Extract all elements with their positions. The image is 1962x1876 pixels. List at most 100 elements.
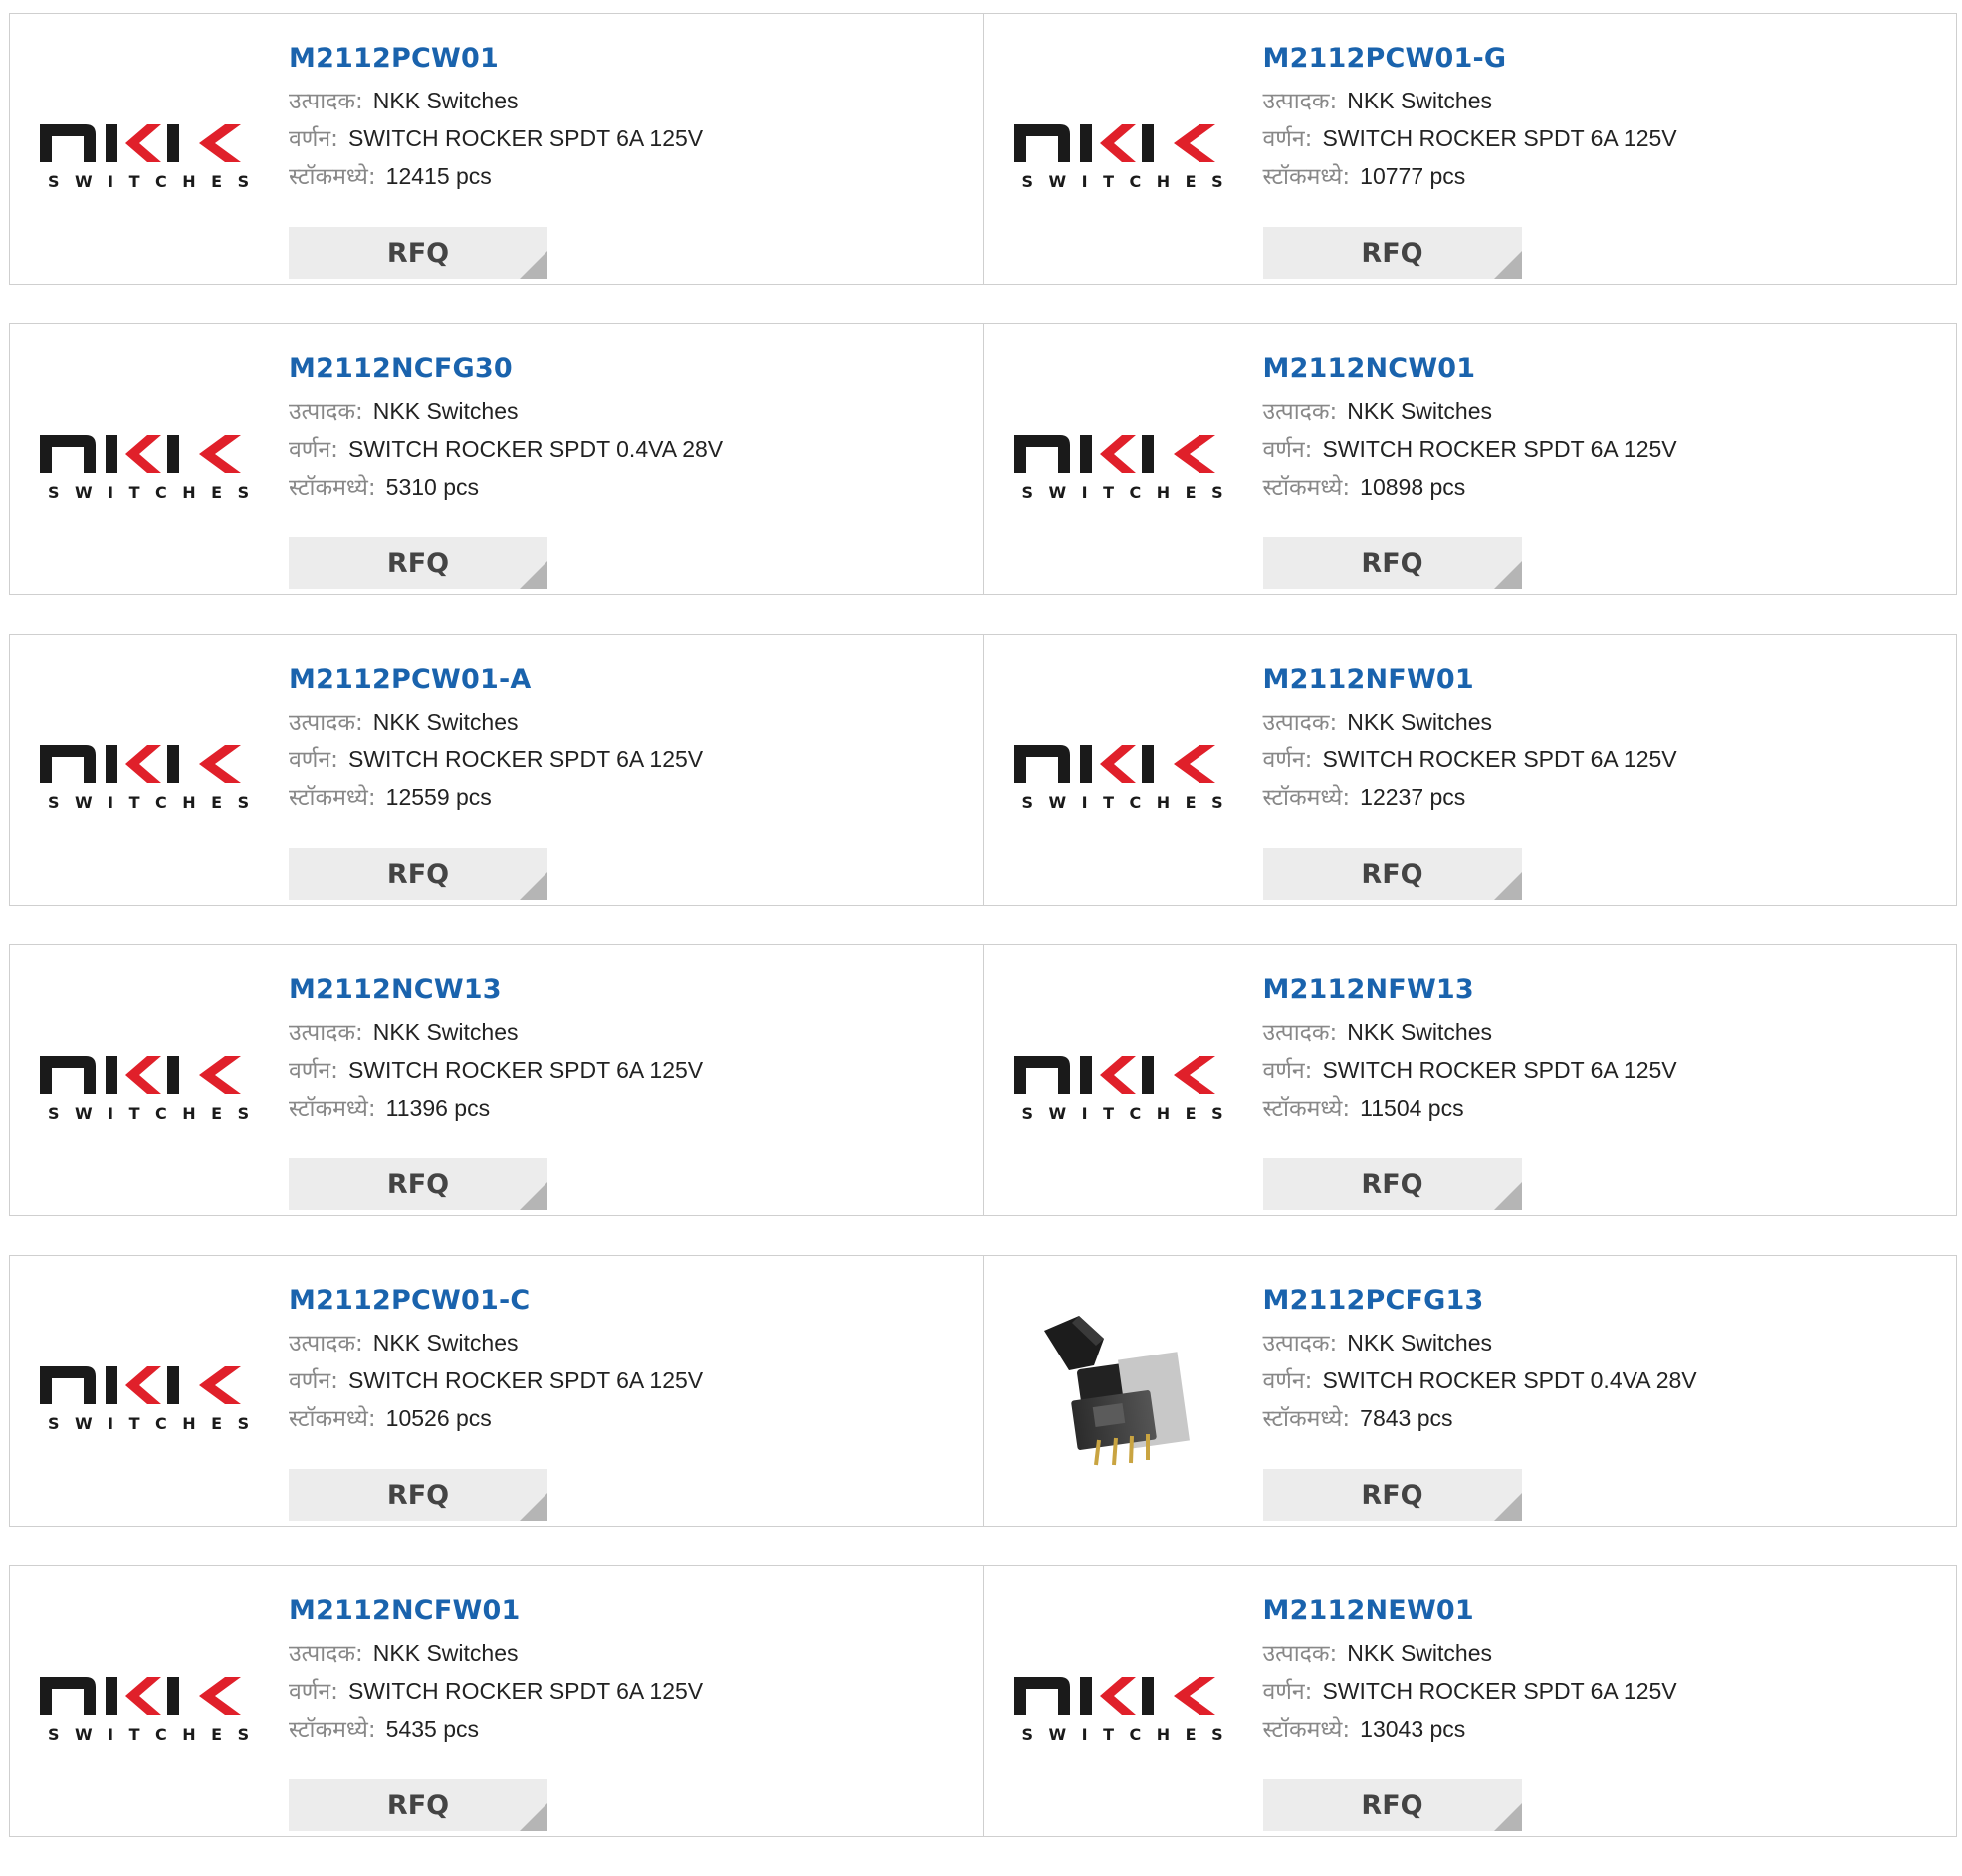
logo-text: SWITCHES [48, 1414, 265, 1433]
rfq-button[interactable]: RFQ [289, 537, 547, 589]
rfq-label: RFQ [1361, 858, 1423, 890]
logo-text: SWITCHES [48, 793, 265, 812]
description-value: SWITCH ROCKER SPDT 6A 125V [1322, 1057, 1677, 1083]
stock-label: स्टॉकमध्ये: [1262, 1717, 1351, 1743]
product-image[interactable]: SWITCHES [1013, 69, 1223, 228]
part-number-link[interactable]: M2112NFW13 [1263, 973, 1947, 1007]
part-number-link[interactable]: M2112NCFW01 [289, 1594, 974, 1628]
stock-line: स्टॉकमध्ये: 12559 pcs [289, 780, 974, 815]
part-number-link[interactable]: M2112NCW13 [289, 973, 974, 1007]
rfq-label: RFQ [386, 858, 450, 890]
product-card: SWITCHES M2112PCW01-A उत्पादक: NKK Switch… [10, 635, 983, 905]
product-image[interactable] [1014, 1311, 1223, 1470]
product-image[interactable]: SWITCHES [1013, 1621, 1223, 1780]
rfq-button[interactable]: RFQ [289, 227, 547, 279]
rfq-button[interactable]: RFQ [289, 1158, 547, 1210]
description-label: वर्णन: [1262, 1368, 1313, 1394]
description-value: SWITCH ROCKER SPDT 6A 125V [347, 746, 704, 772]
stock-value: 12237 pcs [1360, 784, 1466, 810]
product-info: M2112NCFW01 उत्पादक: NKK Switches वर्णन: S… [289, 1594, 974, 1831]
description-value: SWITCH ROCKER SPDT 6A 125V [1322, 1678, 1677, 1704]
manufacturer-value: NKK Switches [1347, 1019, 1492, 1045]
manufacturer-value: NKK Switches [1347, 398, 1492, 424]
logo-text: SWITCHES [48, 483, 265, 502]
rfq-label: RFQ [386, 237, 450, 269]
part-number-link[interactable]: M2112NCFG30 [289, 352, 974, 386]
product-card: SWITCHES M2112PCW01-C उत्पादक: NKK Switch… [10, 1256, 983, 1526]
rfq-label: RFQ [386, 1789, 450, 1821]
product-grid: SWITCHES M2112PCW01 उत्पादक: NKK Switches… [9, 13, 1957, 1876]
part-number-link[interactable]: M2112NFW01 [1263, 663, 1947, 697]
product-image[interactable]: SWITCHES [40, 1621, 249, 1780]
stock-label: स्टॉकमध्ये: [289, 475, 376, 501]
product-image[interactable]: SWITCHES [40, 690, 249, 849]
rfq-button[interactable]: RFQ [289, 1779, 547, 1831]
description-label: वर्णन: [1262, 437, 1313, 463]
product-info: M2112PCW01-C उत्पादक: NKK Switches वर्णन:… [289, 1284, 974, 1521]
description-label: वर्णन: [289, 1679, 338, 1705]
rfq-button[interactable]: RFQ [289, 1469, 547, 1521]
description-value: SWITCH ROCKER SPDT 6A 125V [347, 1057, 704, 1083]
product-image[interactable]: SWITCHES [1013, 1000, 1223, 1159]
product-image[interactable]: SWITCHES [40, 1311, 249, 1470]
rfq-button[interactable]: RFQ [1262, 848, 1522, 900]
manufacturer-value: NKK Switches [1347, 709, 1492, 734]
rfq-button[interactable]: RFQ [1262, 1469, 1522, 1521]
product-row: SWITCHES M2112NCFW01 उत्पादक: NKK Switche… [9, 1565, 1957, 1837]
manufacturer-line: उत्पादक: NKK Switches [1263, 1636, 1947, 1671]
part-number-link[interactable]: M2112PCW01-A [289, 663, 974, 697]
product-image[interactable]: SWITCHES [1013, 690, 1223, 849]
description-label: वर्णन: [289, 747, 338, 773]
part-number-link[interactable]: M2112PCFG13 [1263, 1284, 1947, 1318]
manufacturer-line: उत्पादक: NKK Switches [289, 705, 974, 739]
manufacturer-value: NKK Switches [1347, 1640, 1492, 1666]
product-image[interactable]: SWITCHES [40, 1000, 249, 1159]
stock-label: स्टॉकमध्ये: [289, 164, 376, 190]
product-image[interactable]: SWITCHES [40, 69, 249, 228]
description-value: SWITCH ROCKER SPDT 6A 125V [1322, 436, 1677, 462]
stock-value: 12415 pcs [385, 163, 492, 189]
stock-value: 11396 pcs [385, 1095, 491, 1121]
part-number-link[interactable]: M2112NCW01 [1263, 352, 1947, 386]
rfq-button[interactable]: RFQ [1262, 537, 1522, 589]
description-line: वर्णन: SWITCH ROCKER SPDT 6A 125V [1263, 1053, 1947, 1088]
description-label: वर्णन: [1262, 126, 1313, 152]
product-card: SWITCHES M2112NFW01 उत्पादक: NKK Switches… [982, 635, 1957, 905]
stock-label: स्टॉकमध्ये: [1262, 475, 1351, 501]
description-line: वर्णन: SWITCH ROCKER SPDT 0.4VA 28V [289, 432, 974, 467]
manufacturer-label: उत्पादक: [289, 1331, 363, 1356]
manufacturer-label: उत्पादक: [289, 89, 363, 114]
corner-triangle-icon [1493, 251, 1522, 279]
stock-line: स्टॉकमध्ये: 12415 pcs [289, 159, 974, 194]
manufacturer-line: उत्पादक: NKK Switches [1263, 84, 1947, 118]
corner-triangle-icon [520, 1182, 547, 1210]
logo-text: SWITCHES [1021, 1104, 1239, 1123]
stock-line: स्टॉकमध्ये: 11504 pcs [1263, 1091, 1947, 1126]
description-value: SWITCH ROCKER SPDT 6A 125V [1322, 746, 1677, 772]
rfq-button[interactable]: RFQ [1262, 1158, 1522, 1210]
part-number-link[interactable]: M2112PCW01-G [1263, 42, 1947, 76]
product-image[interactable]: SWITCHES [1013, 379, 1223, 538]
manufacturer-value: NKK Switches [372, 398, 519, 424]
stock-line: स्टॉकमध्ये: 5310 pcs [289, 470, 974, 505]
part-number-link[interactable]: M2112PCW01-C [289, 1284, 974, 1318]
stock-value: 5310 pcs [385, 474, 480, 500]
stock-label: स्टॉकमध्ये: [289, 1717, 376, 1743]
logo-text: SWITCHES [48, 172, 265, 191]
manufacturer-label: उत्पादक: [289, 1020, 363, 1046]
description-value: SWITCH ROCKER SPDT 6A 125V [347, 125, 704, 151]
part-number-link[interactable]: M2112PCW01 [289, 42, 974, 76]
part-number-link[interactable]: M2112NEW01 [1263, 1594, 1947, 1628]
rfq-button[interactable]: RFQ [1262, 227, 1522, 279]
manufacturer-value: NKK Switches [372, 1330, 519, 1355]
rfq-label: RFQ [386, 1479, 450, 1511]
stock-value: 10526 pcs [385, 1405, 492, 1431]
rfq-button[interactable]: RFQ [289, 848, 547, 900]
stock-value: 5435 pcs [385, 1716, 480, 1742]
manufacturer-line: उत्पादक: NKK Switches [1263, 394, 1947, 429]
rfq-button[interactable]: RFQ [1262, 1779, 1522, 1831]
product-image[interactable]: SWITCHES [40, 379, 249, 538]
logo-text: SWITCHES [1021, 1725, 1239, 1744]
manufacturer-value: NKK Switches [1347, 1330, 1492, 1355]
manufacturer-label: उत्पादक: [289, 399, 363, 425]
